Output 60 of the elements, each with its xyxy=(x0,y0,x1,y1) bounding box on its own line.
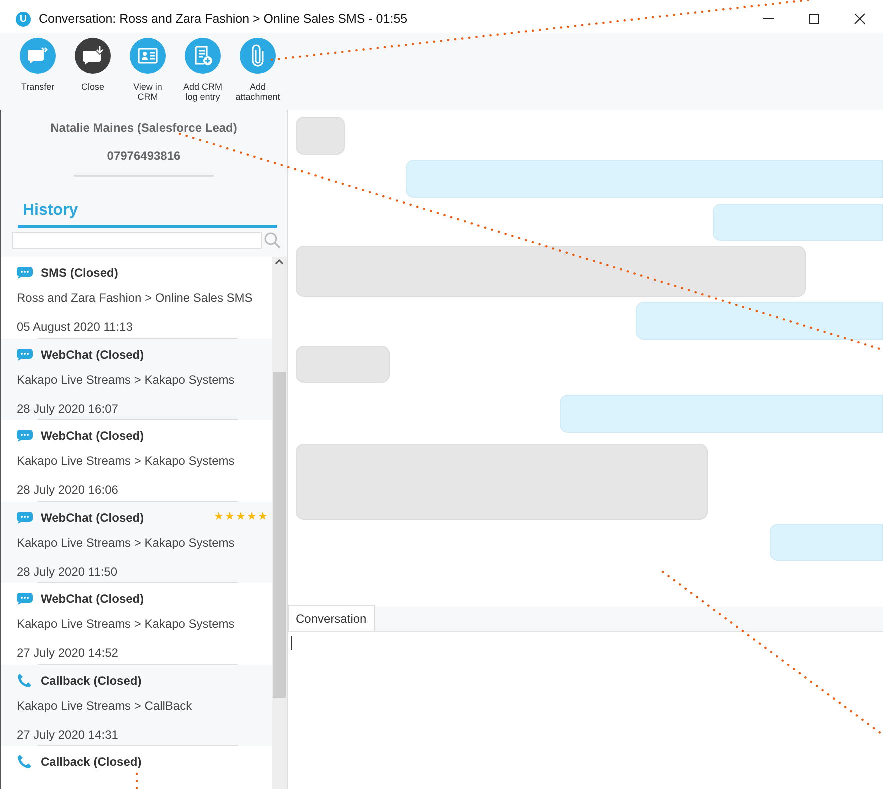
star-icon: ★ xyxy=(258,512,268,523)
history-title: Callback (Closed) xyxy=(41,754,142,771)
text-cursor xyxy=(291,636,292,650)
crm-button[interactable]: View in CRM xyxy=(125,38,171,110)
contact-card-icon xyxy=(130,38,166,74)
maximize-icon xyxy=(808,13,820,25)
star-icon: ★ xyxy=(247,512,257,523)
history-title: WebChat (Closed) xyxy=(41,346,144,364)
chat-icon xyxy=(17,512,33,524)
history-date: 28 July 2020 16:06 xyxy=(17,482,120,499)
conversation-tab[interactable]: Conversation xyxy=(288,605,375,631)
history-item[interactable]: SMS (Closed) Ross and Zara Fashion > Online Sales SMS 05 August 2020 11:13 xyxy=(1,257,272,338)
history-item[interactable]: WebChat (Closed) Kakapo Live Streams > Kakapo Systems 27 July 2020 14:52 xyxy=(1,583,272,664)
chat-icon xyxy=(17,430,33,442)
history-date: 27 July 2020 14:31 xyxy=(17,726,120,744)
chat-bubble-icon xyxy=(75,38,111,74)
chat-icon xyxy=(17,593,33,605)
history-route: Kakapo Live Streams > CallBack xyxy=(17,698,194,714)
history-route: Kakapo Live Streams > Kakapo Systems xyxy=(17,616,236,633)
star-icon: ★ xyxy=(236,512,246,523)
history-date: 05 August 2020 11:13 xyxy=(17,319,134,336)
history-route: Ross and Zara Fashion > Online Sales SMS xyxy=(17,290,254,307)
history-route: Kakapo Live Streams > Kakapo Systems xyxy=(17,453,236,470)
contact-name: Natalie Maines (Salesforce Lead) xyxy=(50,120,238,137)
chat-bubble-icon xyxy=(20,38,56,74)
paperclip-icon xyxy=(240,38,276,74)
history-title: WebChat (Closed) xyxy=(41,510,144,526)
attach-button[interactable]: Add attachment xyxy=(235,38,281,110)
history-title: WebChat (Closed) xyxy=(41,591,144,608)
contact-phone: 07976493816 xyxy=(106,148,182,165)
document-add-icon xyxy=(185,38,221,74)
log-button[interactable]: Add CRM log entry xyxy=(180,38,226,110)
history-date: 28 July 2020 11:50 xyxy=(17,564,119,580)
phone-icon xyxy=(17,754,33,770)
chat-icon xyxy=(17,348,33,360)
app-logo: U xyxy=(16,12,31,26)
history-route: Kakapo Live Streams > Kakapo Systems xyxy=(17,372,236,388)
transfer-button[interactable]: Transfer xyxy=(15,38,61,110)
history-title: SMS (Closed) xyxy=(41,265,118,282)
phone-icon xyxy=(17,672,33,688)
search-icon[interactable] xyxy=(264,232,281,249)
star-icon: ★ xyxy=(225,512,235,523)
search-field[interactable] xyxy=(12,232,262,249)
scrollbar[interactable] xyxy=(272,257,287,789)
close-button[interactable]: Close xyxy=(70,38,116,110)
history-date: 28 July 2020 16:07 xyxy=(17,400,120,418)
star-icon: ★ xyxy=(214,512,224,523)
history-route: Kakapo Live Streams > Kakapo Systems xyxy=(17,534,236,552)
history-title: Callback (Closed) xyxy=(41,672,142,690)
scrollbar-thumb[interactable] xyxy=(273,372,286,698)
history-heading: History xyxy=(23,201,80,221)
scroll-up-icon[interactable] xyxy=(275,259,284,265)
history-title: WebChat (Closed) xyxy=(41,428,144,445)
history-item[interactable]: WebChat (Closed) Kakapo Live Streams > Kakapo Systems 28 July 2020 16:06 xyxy=(1,420,272,502)
message-bubble xyxy=(296,117,345,155)
history-date: 27 July 2020 14:52 xyxy=(17,645,120,662)
window-title: Conversation: Ross and Zara Fashion > Online Sales SMS - 01:55 xyxy=(39,10,408,28)
leader-line xyxy=(136,772,138,789)
chat-icon xyxy=(17,267,33,279)
close-icon xyxy=(854,13,866,25)
